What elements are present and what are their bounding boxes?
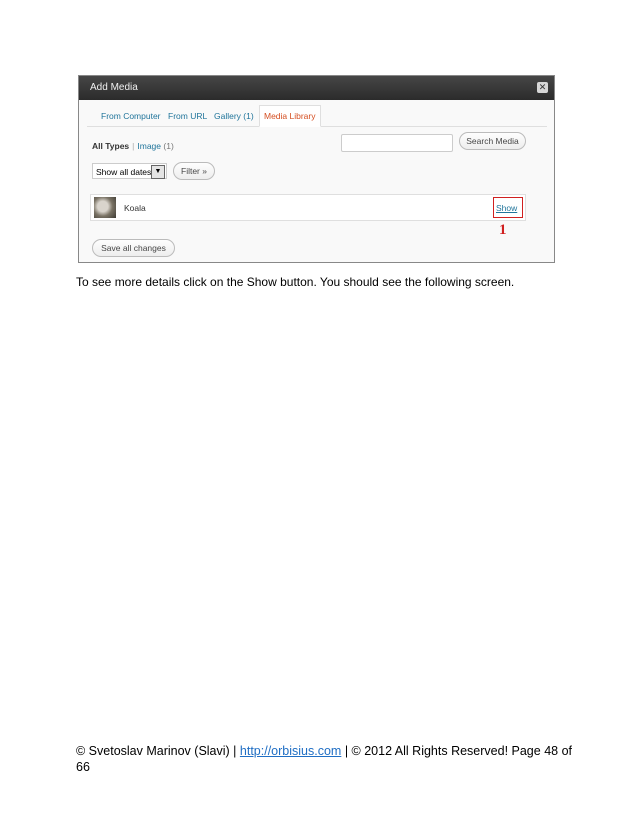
chevron-down-icon[interactable]: ▼ bbox=[151, 165, 165, 179]
dialog-title: Add Media bbox=[90, 82, 138, 93]
close-icon[interactable]: ✕ bbox=[537, 82, 548, 93]
filter-button[interactable]: Filter » bbox=[173, 162, 215, 180]
show-highlight-box: Show bbox=[493, 197, 523, 218]
dates-select-value: Show all dates bbox=[96, 167, 152, 177]
type-filter: All Types | Image (1) bbox=[92, 141, 174, 151]
media-tabs: From Computer From URL Gallery (1) Media… bbox=[87, 102, 547, 127]
tab-media-library[interactable]: Media Library bbox=[259, 105, 321, 127]
footer-prefix: © Svetoslav Marinov (Slavi) | bbox=[76, 744, 240, 758]
footer-link[interactable]: http://orbisius.com bbox=[240, 744, 341, 758]
save-all-changes-button[interactable]: Save all changes bbox=[92, 239, 175, 257]
media-item-name: Koala bbox=[124, 203, 146, 213]
search-media-button[interactable]: Search Media bbox=[459, 132, 526, 150]
page-footer: © Svetoslav Marinov (Slavi) | http://orb… bbox=[76, 743, 576, 775]
image-count: (1) bbox=[163, 141, 174, 151]
tab-from-url[interactable]: From URL bbox=[168, 107, 207, 125]
image-type-link[interactable]: Image bbox=[137, 141, 161, 151]
dates-select[interactable]: Show all dates ▼ bbox=[92, 163, 167, 179]
tab-from-computer[interactable]: From Computer bbox=[101, 107, 161, 125]
show-link[interactable]: Show bbox=[496, 203, 517, 213]
annotation-marker: 1 bbox=[499, 222, 507, 238]
media-item-row: Koala Show bbox=[90, 194, 526, 221]
instruction-paragraph: To see more details click on the Show bu… bbox=[76, 275, 515, 289]
koala-thumbnail bbox=[94, 197, 116, 218]
tab-gallery[interactable]: Gallery (1) bbox=[214, 107, 254, 125]
all-types-link[interactable]: All Types bbox=[92, 141, 129, 151]
dialog-titlebar: Add Media ✕ bbox=[79, 76, 554, 100]
type-separator: | bbox=[132, 141, 135, 151]
add-media-screenshot: Add Media ✕ From Computer From URL Galle… bbox=[78, 75, 555, 263]
document-page: Add Media ✕ From Computer From URL Galle… bbox=[0, 0, 638, 826]
search-input[interactable] bbox=[341, 134, 453, 152]
